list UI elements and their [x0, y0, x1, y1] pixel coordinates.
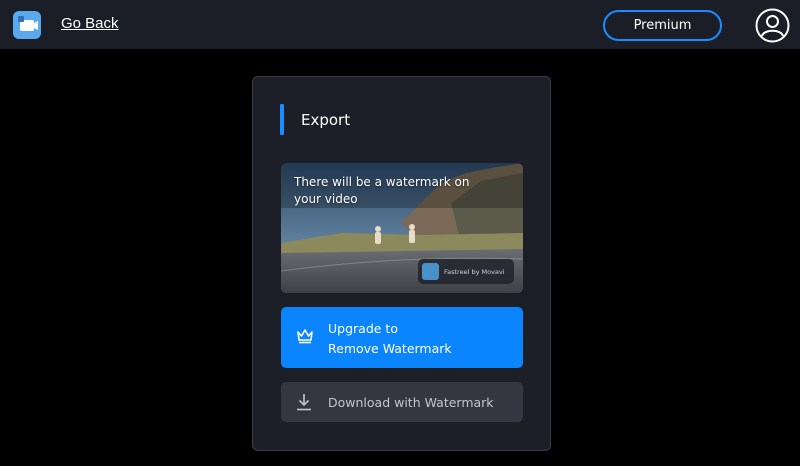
app-logo-icon[interactable] — [13, 11, 41, 39]
upgrade-remove-watermark-button[interactable]: Upgrade to Remove Watermark — [281, 307, 523, 368]
top-bar: Go Back Premium — [0, 0, 800, 49]
download-label: Download with Watermark — [328, 395, 494, 410]
upgrade-label-line1: Upgrade to — [328, 321, 398, 336]
user-account-icon[interactable] — [755, 8, 790, 43]
fastreel-logo-icon — [422, 263, 439, 280]
download-with-watermark-button[interactable]: Download with Watermark — [281, 382, 523, 422]
panel-title: Export — [301, 111, 351, 129]
watermark-notice: There will be a watermark on your video — [294, 175, 470, 206]
watermark-badge: Fastreel by Movavi — [418, 259, 514, 284]
download-icon — [297, 394, 311, 411]
export-panel: Export There will be a watermark on your… — [252, 76, 551, 451]
title-accent-bar — [280, 104, 284, 135]
crown-icon — [297, 329, 313, 344]
watermark-badge-text: Fastreel by Movavi — [444, 267, 505, 276]
premium-button[interactable]: Premium — [603, 10, 722, 41]
video-preview: There will be a watermark on your video … — [281, 163, 523, 293]
go-back-link[interactable]: Go Back — [61, 15, 119, 32]
upgrade-label-line2: Remove Watermark — [328, 341, 452, 356]
